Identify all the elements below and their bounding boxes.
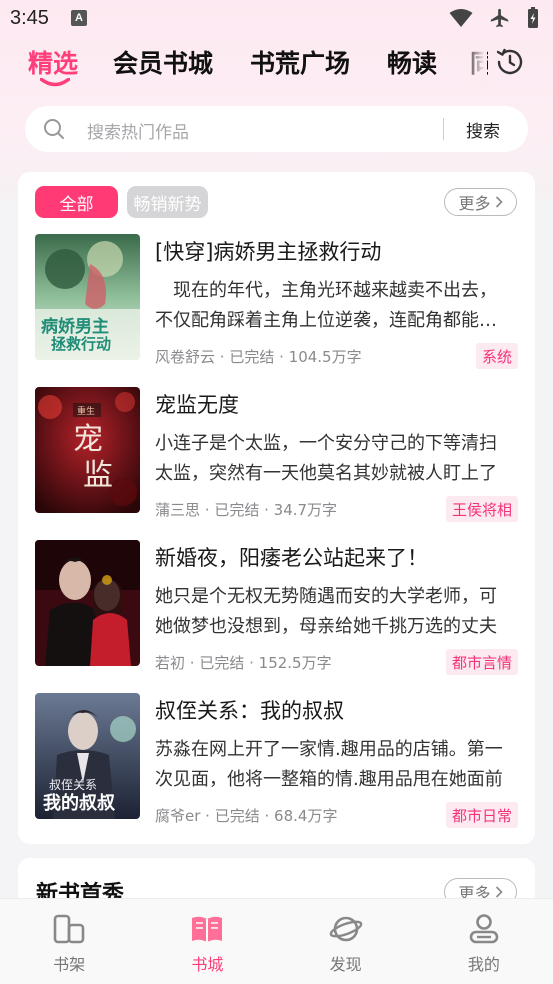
svg-text:宠: 宠: [73, 422, 103, 457]
bottom-navigation: 书架 书城 发现 我的: [0, 898, 553, 984]
chevron-right-icon: [495, 196, 503, 208]
book-title: 叔侄关系：我的叔叔: [155, 699, 344, 723]
user-icon: [469, 914, 499, 944]
svg-text:叔侄关系: 叔侄关系: [49, 778, 97, 792]
book-tag[interactable]: 都市日常: [445, 802, 518, 828]
chevron-right-icon: [495, 886, 503, 898]
book-cover: 病娇男主 拯救行动: [35, 234, 140, 360]
book-status: 已完结: [214, 501, 260, 519]
more-button[interactable]: 更多: [444, 188, 517, 216]
nav-label: 书架: [53, 955, 86, 974]
book-cover: [35, 540, 140, 666]
nav-label: 书城: [191, 955, 224, 974]
active-tab-indicator: [40, 78, 70, 87]
chip-all[interactable]: 全部: [35, 186, 118, 218]
search-icon: [44, 119, 64, 139]
book-item[interactable]: 病娇男主 拯救行动 [快穿]病娇男主拯救行动 现在的年代，主角光环越来越卖不出去…: [35, 234, 518, 369]
book-tag[interactable]: 都市言情: [445, 649, 518, 675]
book-word-count: 34.7万字: [273, 501, 338, 519]
nav-bookshelf[interactable]: 书架: [0, 899, 138, 984]
chip-bestseller[interactable]: 畅销新势: [127, 186, 208, 218]
book-meta: 腐爷er · 已完结 · 68.4万字: [155, 807, 338, 825]
status-bar: 3:45 A: [0, 0, 553, 36]
svg-text:拯救行动: 拯救行动: [51, 335, 111, 353]
book-title: [快穿]病娇男主拯救行动: [155, 240, 382, 264]
book-word-count: 104.5万字: [288, 348, 362, 366]
book-cover: 重生 宠 监: [35, 387, 140, 513]
book-item[interactable]: 新婚夜，阳痿老公站起来了！ 她只是个无权无势随遇而安的大学老师，可她做梦也没想到…: [35, 540, 518, 675]
book-meta: 蒲三思 · 已完结 · 34.7万字: [155, 501, 338, 519]
book-item[interactable]: 重生 宠 监 宠监无度 小连子是个太监，一个安分守己的下等清扫太监，突然有一天他…: [35, 387, 518, 522]
book-status: 已完结: [229, 348, 275, 366]
book-description: 苏淼在网上开了一家情.趣用品的店铺。第一次见面，他将一整箱的情.趣用品甩在她面前: [155, 739, 503, 790]
nav-label: 发现: [329, 955, 362, 974]
planet-icon: [329, 916, 362, 942]
svg-text:监: 监: [83, 458, 113, 493]
battery-icon: [528, 7, 538, 28]
tab-fade-mask: [462, 40, 487, 86]
wifi-icon: [449, 9, 473, 27]
status-icons: [449, 7, 539, 29]
svg-text:重生: 重生: [77, 405, 95, 417]
book-status: 已完结: [199, 654, 245, 672]
bookshelf-icon: [53, 914, 85, 944]
search-divider: [443, 118, 444, 140]
book-description: 她只是个无权无势随遇而安的大学老师，可她做梦也没想到，母亲给她千挑万选的丈夫: [155, 586, 497, 637]
svg-text:我的叔叔: 我的叔叔: [43, 792, 116, 814]
svg-text:病娇男主: 病娇男主: [41, 316, 109, 337]
book-word-count: 68.4万字: [274, 807, 338, 825]
tab-book-square[interactable]: 书荒广场: [250, 44, 350, 80]
search-button[interactable]: 搜索: [453, 112, 513, 146]
book-tag[interactable]: 系统: [475, 343, 518, 369]
nav-bookstore[interactable]: 书城: [138, 899, 276, 984]
recommend-card: 全部 畅销新势 更多 病娇男主 拯救行动 [快穿]病娇男主拯救行动 现在的年代，…: [18, 172, 535, 844]
status-time: 3:45: [10, 6, 49, 29]
book-meta: 风卷舒云 · 已完结 · 104.5万字: [155, 348, 362, 366]
nav-profile[interactable]: 我的: [415, 899, 553, 984]
book-author: 若初: [155, 654, 186, 672]
book-description: 小连子是个太监，一个安分守己的下等清扫太监，突然有一天他莫名其妙就被人盯上了: [155, 433, 497, 484]
book-author: 风卷舒云: [155, 348, 216, 366]
tab-free-read[interactable]: 畅读: [387, 44, 437, 80]
book-tag[interactable]: 王侯将相: [445, 496, 518, 522]
more-label: 更多: [458, 194, 491, 213]
tab-featured[interactable]: 精选: [28, 44, 78, 80]
search-input[interactable]: [87, 114, 427, 144]
book-word-count: 152.5万字: [258, 654, 332, 672]
book-author: 腐爷er: [155, 807, 201, 825]
nav-discover[interactable]: 发现: [277, 899, 415, 984]
airplane-icon: [490, 8, 509, 28]
notification-icon: A: [70, 10, 87, 26]
book-author: 蒲三思: [155, 501, 201, 519]
book-status: 已完结: [214, 807, 260, 825]
open-book-icon: [192, 916, 223, 942]
book-item[interactable]: 叔侄关系 我的叔叔 叔侄关系：我的叔叔 苏淼在网上开了一家情.趣用品的店铺。第一…: [35, 693, 518, 828]
book-description: 现在的年代，主角光环越来越卖不出去，不仅配角踩着主角上位逆袭，连配角都能上位: [155, 280, 497, 331]
book-title: 新婚夜，阳痿老公站起来了！: [155, 546, 428, 570]
book-meta: 若初 · 已完结 · 152.5万字: [155, 654, 332, 672]
book-cover: 叔侄关系 我的叔叔: [35, 693, 140, 819]
history-icon[interactable]: [495, 47, 525, 77]
book-title: 宠监无度: [155, 393, 239, 417]
nav-label: 我的: [467, 955, 500, 974]
search-bar: 搜索: [25, 106, 528, 152]
tab-vip-store[interactable]: 会员书城: [113, 44, 213, 80]
